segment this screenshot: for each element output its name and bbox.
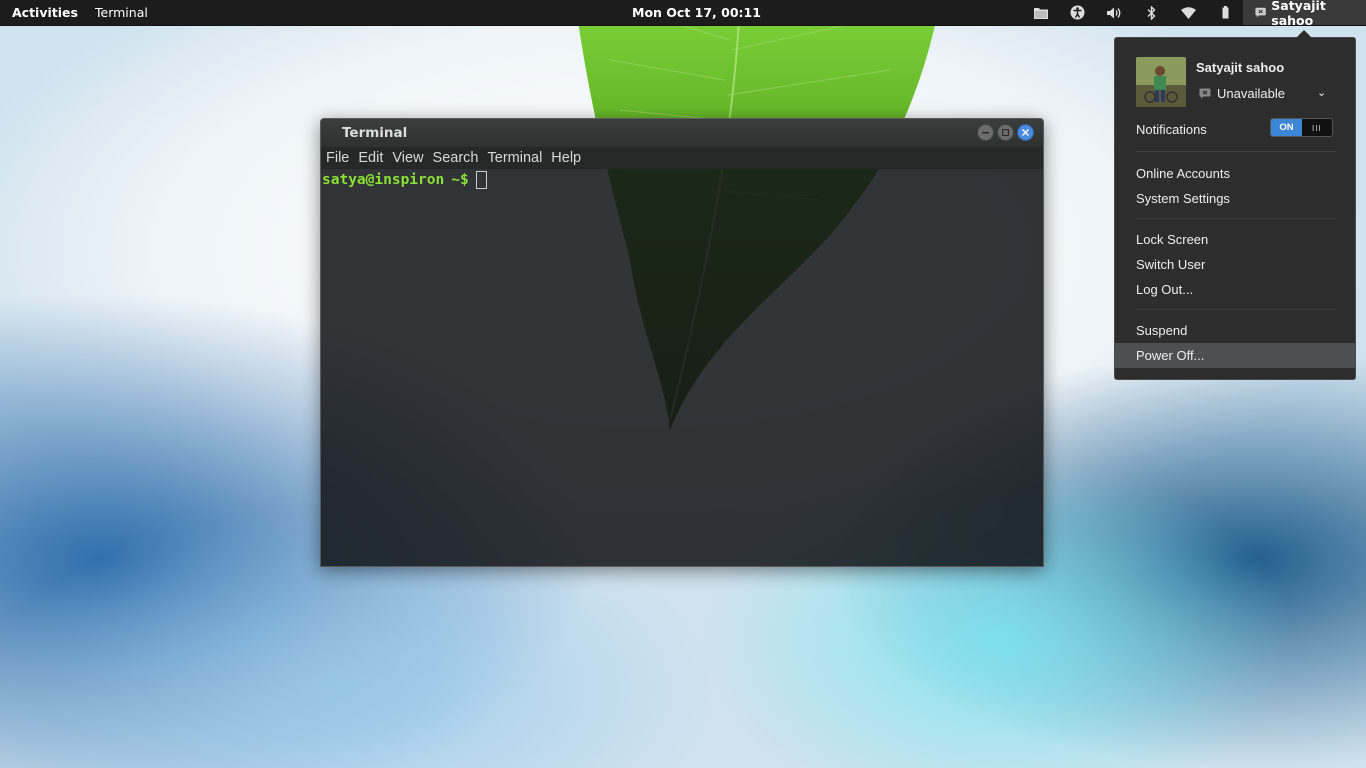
menu-help[interactable]: Help: [551, 150, 581, 166]
separator: [1136, 218, 1336, 219]
system-tray: [1022, 0, 1244, 25]
terminal-menubar: File Edit View Search Terminal Help: [321, 147, 1043, 169]
lock-screen-item[interactable]: Lock Screen: [1136, 232, 1208, 247]
menu-view[interactable]: View: [392, 150, 423, 166]
top-panel: Activities Terminal Mon Oct 17, 00:11 Sa…: [0, 0, 1366, 28]
minimize-icon: [982, 132, 989, 134]
system-settings-item[interactable]: System Settings: [1136, 191, 1230, 206]
close-icon: [1022, 129, 1029, 136]
toggle-on-label: ON: [1271, 119, 1302, 136]
user-name-label: Satyajit sahoo: [1271, 0, 1326, 28]
terminal-output[interactable]: satya@inspiron ~$: [321, 169, 1043, 566]
prompt-user-host: satya@inspiron: [322, 172, 445, 188]
dropdown-arrow: [1296, 30, 1312, 38]
clock-button[interactable]: Mon Oct 17, 00:11: [632, 5, 761, 20]
maximize-button[interactable]: [997, 124, 1014, 141]
folder-icon[interactable]: [1022, 0, 1059, 25]
window-title: Terminal: [342, 125, 408, 141]
close-button[interactable]: [1017, 124, 1034, 141]
wifi-icon[interactable]: [1170, 0, 1207, 25]
activities-button[interactable]: Activities: [12, 5, 78, 20]
maximize-icon: [1002, 129, 1009, 136]
notifications-toggle[interactable]: ON III: [1270, 118, 1333, 137]
menu-terminal[interactable]: Terminal: [488, 150, 543, 166]
volume-icon[interactable]: [1096, 0, 1133, 25]
status-selector[interactable]: Unavailable: [1199, 86, 1285, 101]
battery-icon[interactable]: [1207, 0, 1244, 25]
online-accounts-item[interactable]: Online Accounts: [1136, 166, 1230, 181]
menu-edit[interactable]: Edit: [358, 150, 383, 166]
switch-user-item[interactable]: Switch User: [1136, 257, 1205, 272]
log-out-item[interactable]: Log Out...: [1136, 282, 1193, 297]
chat-status-icon: [1255, 7, 1266, 18]
accessibility-icon[interactable]: [1059, 0, 1096, 25]
terminal-window: Terminal File Edit View Search Terminal …: [320, 118, 1044, 567]
chat-unavailable-icon: [1199, 88, 1211, 99]
prompt-symbol: ~$: [451, 172, 469, 188]
user-menu-dropdown: Satyajit sahoo Unavailable ⌄ Notificatio…: [1114, 30, 1356, 380]
shell-prompt: satya@inspiron ~$: [322, 171, 487, 189]
separator: [1136, 151, 1336, 152]
minimize-button[interactable]: [977, 124, 994, 141]
text-cursor: [475, 171, 487, 189]
bluetooth-icon[interactable]: [1133, 0, 1170, 25]
separator: [1136, 309, 1336, 310]
menu-file[interactable]: File: [326, 150, 349, 166]
window-titlebar[interactable]: Terminal: [321, 119, 1043, 147]
menu-search[interactable]: Search: [433, 150, 479, 166]
power-off-item[interactable]: Power Off...: [1115, 343, 1355, 368]
notifications-label: Notifications: [1136, 122, 1207, 137]
chevron-down-icon[interactable]: ⌄: [1317, 86, 1326, 99]
window-controls: [977, 124, 1034, 141]
toggle-knob-icon: III: [1312, 124, 1322, 133]
user-fullname: Satyajit sahoo: [1196, 60, 1285, 75]
suspend-item[interactable]: Suspend: [1136, 323, 1187, 338]
avatar[interactable]: [1136, 57, 1186, 107]
app-menu-button[interactable]: Terminal: [95, 5, 148, 20]
user-menu-button[interactable]: Satyajit sahoo: [1243, 0, 1366, 28]
status-label: Unavailable: [1217, 86, 1285, 101]
